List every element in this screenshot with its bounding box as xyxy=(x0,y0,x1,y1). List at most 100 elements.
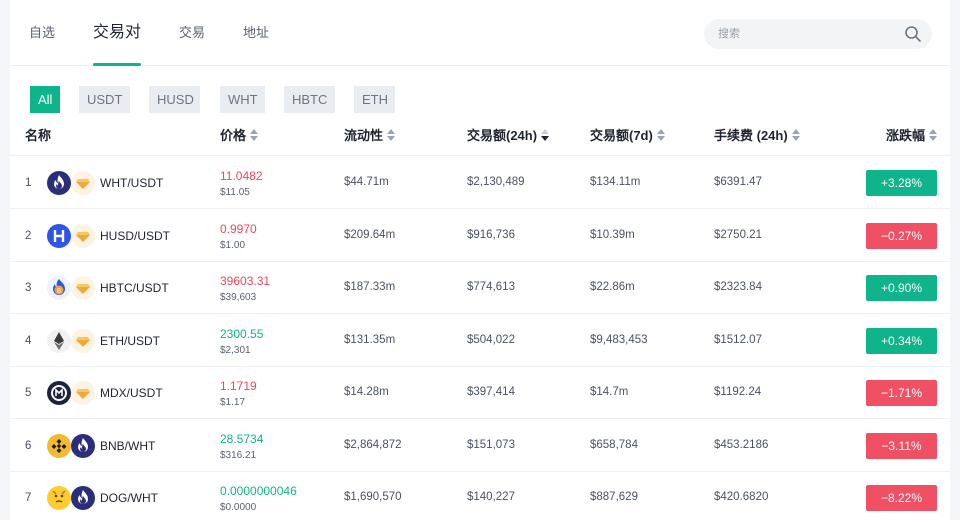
svg-text:B: B xyxy=(57,288,61,295)
sort-icon[interactable] xyxy=(929,128,938,143)
mdx-token-icon xyxy=(47,381,71,405)
column-volume-7d[interactable]: 交易额(7d) xyxy=(590,118,665,156)
tab-transactions[interactable]: 交易 xyxy=(179,0,205,66)
table-header: 名称 价格 流动性 交易额(24h) 交易额(7d) 手续费 (24h) 涨跌幅 xyxy=(10,118,950,156)
liquidity-value: $187.33m xyxy=(344,281,396,293)
husd-token-icon xyxy=(47,223,71,248)
column-change[interactable]: 涨跌幅 xyxy=(886,118,938,156)
sort-icon[interactable] xyxy=(791,128,800,143)
pair-name[interactable]: BNB/WHT xyxy=(100,439,155,453)
change-badge: −0.27% xyxy=(866,222,937,249)
sort-icon[interactable] xyxy=(387,128,396,143)
price-usd: $11.05 xyxy=(220,187,250,198)
row-index: 1 xyxy=(25,177,32,189)
fee-24h-value: $1512.07 xyxy=(714,333,762,346)
row-index: 7 xyxy=(25,492,32,504)
pair-name[interactable]: MDX/USDT xyxy=(100,386,163,400)
price-usd: $1.00 xyxy=(220,239,246,251)
volume-7d-value: $10.39m xyxy=(590,228,635,241)
token-pair-icons xyxy=(47,433,97,460)
pair-name[interactable]: ETH/USDT xyxy=(100,334,160,348)
change-badge: −3.11% xyxy=(866,432,937,459)
pair-name[interactable]: HBTC/USDT xyxy=(100,281,169,295)
row-index: 4 xyxy=(25,334,32,347)
volume-7d-value: $14.7m xyxy=(590,386,629,398)
volume-7d-value: $658,784 xyxy=(590,438,638,451)
market-panel: 自选 交易对 交易 地址 All USDT HUSD WHT HBTC ETH … xyxy=(10,0,950,520)
sort-icon[interactable] xyxy=(656,128,665,143)
column-price[interactable]: 价格 xyxy=(220,118,259,156)
usdt-token-icon xyxy=(71,276,95,300)
volume-24h-value: $397,414 xyxy=(467,386,515,398)
price-value: 39603.31 xyxy=(220,274,271,288)
filter-hbtc[interactable]: HBTC xyxy=(284,86,335,113)
volume-24h-value: $151,073 xyxy=(467,438,515,451)
usdt-token-icon xyxy=(71,328,95,353)
column-volume-24h[interactable]: 交易额(24h) xyxy=(467,118,550,156)
fee-24h-value: $453.2186 xyxy=(714,438,769,451)
liquidity-value: $131.35m xyxy=(344,333,396,346)
sort-desc-icon[interactable] xyxy=(541,128,550,143)
token-pair-icons xyxy=(47,381,97,407)
tab-watchlist[interactable]: 自选 xyxy=(29,0,55,66)
table-row[interactable]: 6 BNB/WHT 28.5734 $316.21 $2,864,872 $151,073… xyxy=(10,420,950,472)
pair-name[interactable]: HUSD/USDT xyxy=(100,229,170,243)
token-pair-icons xyxy=(47,171,97,197)
filter-wht[interactable]: WHT xyxy=(220,86,265,113)
liquidity-value: $14.28m xyxy=(344,386,389,398)
tab-addresses[interactable]: 地址 xyxy=(243,0,269,66)
eth-token-icon xyxy=(47,328,71,353)
volume-24h-value: $916,736 xyxy=(467,228,515,241)
fee-24h-value: $6391.47 xyxy=(714,176,762,188)
table-row[interactable]: 2 HUSD/USDT 0.9970 $1.00 $209.64m $916,736 $10… xyxy=(10,210,950,262)
dog-token-icon xyxy=(47,486,71,510)
row-index: 6 xyxy=(25,439,32,452)
liquidity-value: $1,690,570 xyxy=(344,491,402,503)
pair-name[interactable]: DOG/WHT xyxy=(100,491,158,505)
price-usd: $39,603 xyxy=(220,292,257,303)
token-pair-icons: B xyxy=(47,276,97,302)
change-badge: −8.22% xyxy=(866,485,937,511)
change-badge: −1.71% xyxy=(866,380,937,406)
column-liquidity[interactable]: 流动性 xyxy=(344,118,396,156)
sort-icon[interactable] xyxy=(250,128,259,143)
tab-pairs[interactable]: 交易对 xyxy=(93,0,142,66)
wht-token-icon xyxy=(71,486,95,510)
table-row[interactable]: 3 B HBTC/USDT 39603.31 $39,603 $187.33m $774,6… xyxy=(10,262,950,314)
liquidity-value: $209.64m xyxy=(344,228,396,241)
row-index: 5 xyxy=(25,387,32,399)
table-row[interactable]: 7 DOG/WHT 0.0000000046 $0.0000 $1,690,570 $14… xyxy=(10,472,950,520)
column-fee-24h[interactable]: 手续费 (24h) xyxy=(714,118,800,156)
usdt-token-icon xyxy=(71,171,95,195)
table-row[interactable]: 1 WHT/USDT 11.0482 $11.05 $44.71m $2,130,489 $… xyxy=(10,157,950,209)
fee-24h-value: $420.6820 xyxy=(714,491,769,503)
price-value: 28.5734 xyxy=(220,431,264,446)
change-badge: +0.90% xyxy=(866,275,937,301)
token-pair-icons xyxy=(47,486,97,512)
usdt-token-icon xyxy=(71,223,95,248)
price-usd: $316.21 xyxy=(220,449,257,461)
price-value: 0.9970 xyxy=(220,221,257,236)
price-usd: $1.17 xyxy=(220,397,246,408)
filter-all[interactable]: All xyxy=(30,86,60,113)
pair-name[interactable]: WHT/USDT xyxy=(100,176,163,190)
liquidity-value: $2,864,872 xyxy=(344,438,402,451)
price-usd: $0.0000 xyxy=(220,502,257,513)
volume-7d-value: $9,483,453 xyxy=(590,333,648,346)
filter-eth[interactable]: ETH xyxy=(354,86,395,113)
search-icon[interactable] xyxy=(904,25,922,43)
row-index: 3 xyxy=(25,282,32,294)
search-input[interactable] xyxy=(718,19,898,49)
wht-token-icon xyxy=(71,433,95,458)
change-badge: +0.34% xyxy=(866,327,937,354)
hbtc-token-icon: B xyxy=(47,276,71,300)
volume-24h-value: $774,613 xyxy=(467,281,515,293)
filter-husd[interactable]: HUSD xyxy=(149,86,200,113)
table-row[interactable]: 4 ETH/USDT 2300.55 $2,301 $131.35m $504,022 $9… xyxy=(10,315,950,367)
column-name: 名称 xyxy=(25,128,52,143)
table-row[interactable]: 5 MDX/USDT 1.1719 $1.17 $14.28m $397,414 $14.7… xyxy=(10,367,950,419)
volume-7d-value: $134.11m xyxy=(590,176,641,188)
bnb-token-icon xyxy=(47,433,71,458)
search-box xyxy=(704,19,932,49)
filter-usdt[interactable]: USDT xyxy=(79,86,130,113)
